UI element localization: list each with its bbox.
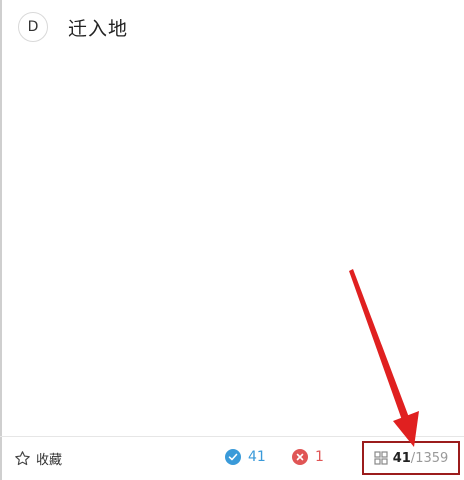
wrong-count[interactable]: 1 (292, 449, 324, 465)
grid-icon (374, 451, 388, 465)
correct-count[interactable]: 41 (225, 449, 266, 465)
red-arrow-annotation (349, 269, 419, 447)
favorite-label: 收藏 (36, 453, 63, 468)
progress-current: 41 (392, 450, 411, 466)
option-text: 迁入地 (68, 17, 129, 40)
wrong-count-value: 1 (315, 449, 324, 465)
option-letter-badge: D (18, 12, 48, 42)
left-border (0, 0, 2, 480)
question-progress-button[interactable]: 41 / 1359 (362, 441, 460, 475)
check-circle-icon (225, 449, 241, 465)
star-outline-icon (15, 451, 30, 466)
x-circle-icon (292, 449, 308, 465)
progress-total: 1359 (415, 450, 449, 466)
favorite-button[interactable]: 收藏 (14, 449, 62, 468)
answer-option-d[interactable]: D 迁入地 (18, 12, 128, 42)
correct-count-value: 41 (248, 449, 266, 465)
